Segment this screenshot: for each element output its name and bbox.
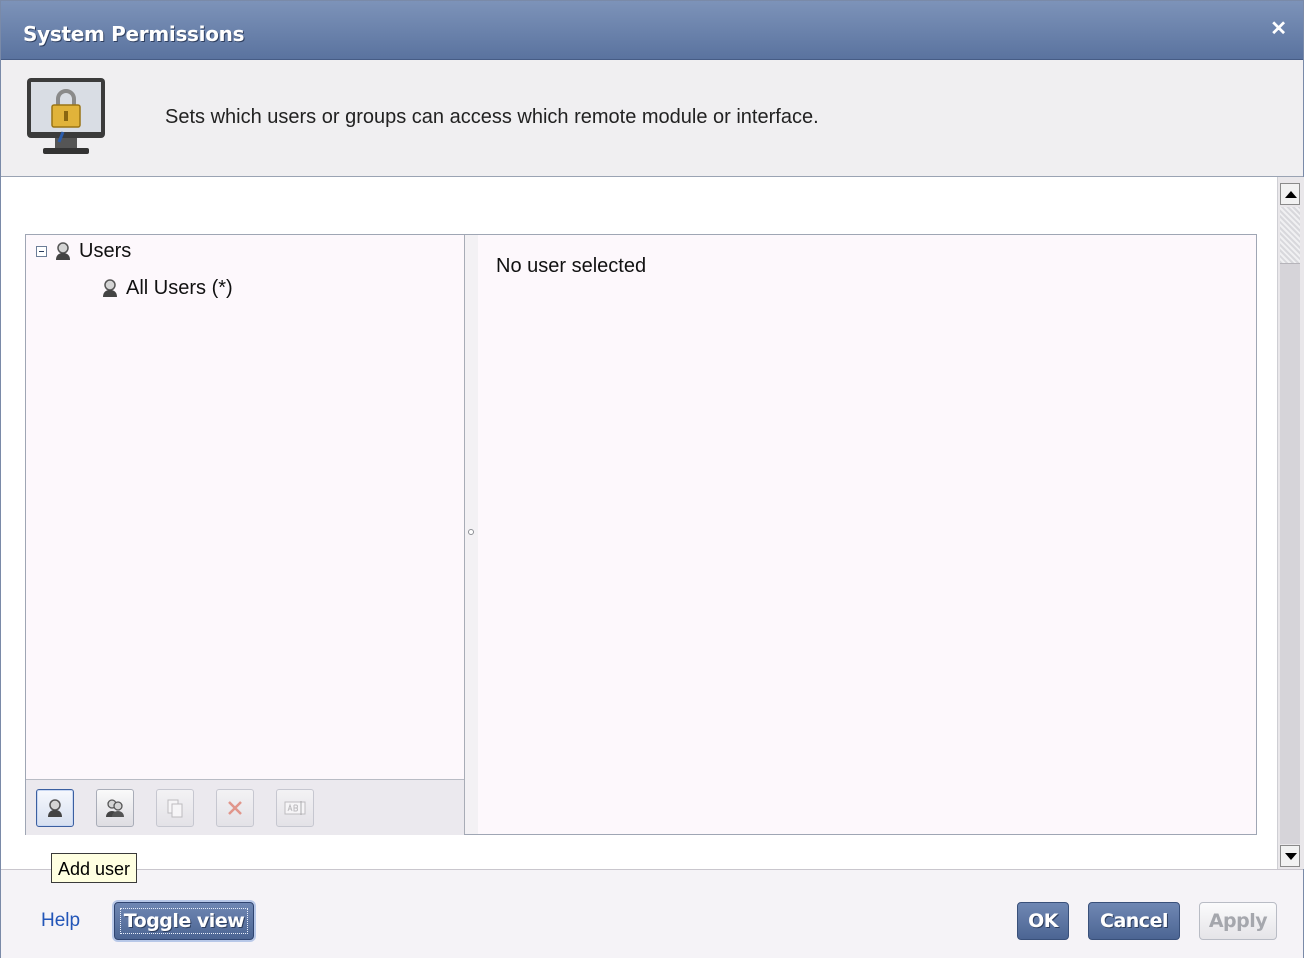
- tree-node-users[interactable]: Users: [36, 237, 131, 265]
- delete-icon: [228, 801, 242, 815]
- users-tree[interactable]: Users All Users (*): [26, 235, 464, 779]
- vertical-scrollbar[interactable]: [1277, 177, 1304, 869]
- tree-node-all-users[interactable]: All Users (*): [100, 274, 233, 302]
- user-icon: [103, 279, 117, 297]
- toggle-view-label: Toggle view: [119, 908, 249, 934]
- header-description: Sets which users or groups can access wh…: [165, 106, 819, 128]
- delete-button[interactable]: [216, 789, 254, 827]
- help-link[interactable]: Help: [41, 910, 80, 932]
- content-area: Users All Users (*) No user selected: [1, 177, 1277, 869]
- ok-button[interactable]: OK: [1017, 902, 1069, 940]
- tooltip: Add user: [51, 853, 138, 883]
- scroll-thumb[interactable]: [1280, 263, 1300, 844]
- toggle-view-button[interactable]: Toggle view: [114, 902, 254, 940]
- users-toolbar: [26, 779, 464, 835]
- add-group-button[interactable]: [96, 789, 134, 827]
- split-divider[interactable]: [464, 235, 478, 834]
- apply-button[interactable]: Apply: [1199, 902, 1277, 940]
- copy-icon: [167, 799, 183, 818]
- divider-grip[interactable]: [468, 529, 474, 535]
- rename-icon: [284, 801, 306, 815]
- no-selection-message: No user selected: [496, 255, 647, 277]
- add-user-button[interactable]: [36, 789, 74, 827]
- scroll-up-button[interactable]: [1280, 183, 1300, 205]
- rename-button[interactable]: [276, 789, 314, 827]
- copy-button[interactable]: [156, 789, 194, 827]
- dialog-title: System Permissions: [23, 22, 245, 46]
- scroll-track[interactable]: [1280, 207, 1300, 263]
- split-panel: Users All Users (*) No user selected: [25, 234, 1257, 835]
- users-pane: Users All Users (*): [26, 235, 464, 835]
- user-icon: [56, 242, 70, 260]
- title-bar[interactable]: System Permissions ✕: [1, 1, 1303, 60]
- close-icon[interactable]: ✕: [1270, 19, 1287, 39]
- details-pane: No user selected: [478, 235, 1256, 834]
- collapse-icon[interactable]: [36, 245, 47, 257]
- tree-node-label: Users: [79, 239, 132, 262]
- add-user-icon: [48, 799, 62, 817]
- scroll-down-button[interactable]: [1280, 845, 1300, 867]
- footer-bar: Help Toggle view OK Cancel Apply: [1, 869, 1303, 958]
- locked-monitor-icon: [27, 78, 105, 154]
- header-panel: Sets which users or groups can access wh…: [1, 60, 1303, 177]
- add-group-icon: [106, 799, 124, 817]
- tree-node-label: All Users (*): [126, 276, 233, 299]
- system-permissions-dialog: System Permissions ✕ Sets which users or…: [0, 0, 1304, 958]
- cancel-button[interactable]: Cancel: [1088, 902, 1180, 940]
